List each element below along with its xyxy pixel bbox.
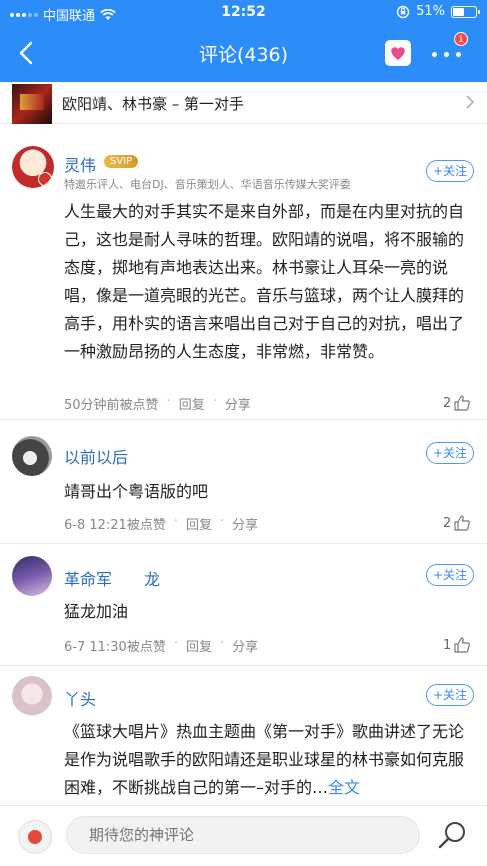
heart-icon bbox=[391, 47, 405, 60]
battery-icon bbox=[451, 5, 480, 18]
comment-text: 人生最大的对手其实不是来自外部，而是在内里对抗的自己，这也是耐人寻味的哲理。欧阳… bbox=[64, 202, 465, 361]
comment-username[interactable]: 灵伟 bbox=[64, 152, 96, 176]
comment-meta: 6-8 12:21被点赞 · 回复 · 分享 bbox=[64, 514, 258, 533]
status-bar: 中国联通 12:52 51% bbox=[0, 0, 487, 26]
read-more-link[interactable]: 全文 bbox=[328, 778, 360, 797]
comment-time: 6-7 11:30被点赞 bbox=[64, 640, 166, 655]
reply-button[interactable]: 回复 bbox=[186, 514, 212, 533]
song-row[interactable]: 欧阳靖、林书豪 – 第一对手 bbox=[0, 82, 487, 124]
share-button[interactable]: 分享 bbox=[232, 636, 258, 655]
reply-button[interactable]: 回复 bbox=[179, 394, 205, 413]
user-title: 特邀乐评人、电台DJ、音乐策划人、华语音乐传媒大奖评委 bbox=[64, 178, 351, 191]
comment-text-body: 《篮球大唱片》热血主题曲《第一对手》歌曲讲述了无论是作为说唱歌手的欧阳靖还是职业… bbox=[64, 722, 465, 797]
comment-username[interactable]: 以前以后 bbox=[64, 444, 128, 468]
comment-text: 《篮球大唱片》热血主题曲《第一对手》歌曲讲述了无论是作为说唱歌手的欧阳靖还是职业… bbox=[64, 718, 474, 802]
avatar[interactable] bbox=[12, 556, 52, 596]
comment-username[interactable]: 革命军 龙 bbox=[64, 566, 160, 590]
comment-item: 丫头 +关注 《篮球大唱片》热血主题曲《第一对手》歌曲讲述了无论是作为说唱歌手的… bbox=[0, 666, 487, 806]
more-button[interactable]: 1 bbox=[430, 32, 468, 66]
lock-rotation-icon bbox=[396, 5, 410, 18]
search-icon[interactable] bbox=[434, 818, 470, 854]
comment-meta: 50分钟前被点赞 · 回复 · 分享 bbox=[64, 394, 251, 413]
more-icon bbox=[432, 52, 437, 57]
like-count: 2 bbox=[443, 515, 452, 531]
battery-percent: 51% bbox=[416, 4, 445, 19]
like-button[interactable]: 1 bbox=[443, 636, 471, 654]
reply-button[interactable]: 回复 bbox=[186, 636, 212, 655]
thumb-up-icon bbox=[454, 637, 471, 653]
follow-button[interactable]: +关注 bbox=[426, 684, 474, 706]
comment-composer bbox=[0, 805, 487, 866]
follow-button[interactable]: +关注 bbox=[426, 564, 474, 586]
separator-dot: · bbox=[173, 636, 178, 651]
song-title: 欧阳靖、林书豪 – 第一对手 bbox=[62, 95, 245, 113]
nav-bar: 评论(436) 1 bbox=[0, 26, 487, 82]
separator-dot: · bbox=[166, 394, 171, 409]
separator-dot: · bbox=[220, 636, 225, 651]
comment-item: 以前以后 +关注 靖哥出个粤语版的吧 6-8 12:21被点赞 · 回复 · 分… bbox=[0, 420, 487, 544]
separator-dot: · bbox=[212, 394, 217, 409]
verified-badge-icon bbox=[38, 172, 52, 186]
comment-time: 6-8 12:21被点赞 bbox=[64, 518, 166, 533]
chevron-right-icon bbox=[466, 95, 475, 109]
avatar[interactable] bbox=[12, 676, 52, 716]
like-button[interactable]: 2 bbox=[443, 394, 471, 412]
like-count: 2 bbox=[443, 395, 452, 411]
like-count: 1 bbox=[443, 637, 452, 653]
heart-button[interactable] bbox=[385, 40, 411, 66]
album-cover bbox=[12, 84, 52, 124]
like-button[interactable]: 2 bbox=[443, 514, 471, 532]
comment-username[interactable]: 丫头 bbox=[64, 686, 96, 710]
comment-item: 灵伟 SVIP 特邀乐评人、电台DJ、音乐策划人、华语音乐传媒大奖评委 +关注 … bbox=[0, 124, 487, 420]
follow-button[interactable]: +关注 bbox=[426, 160, 474, 182]
page-title: 评论(436) bbox=[198, 44, 289, 66]
share-button[interactable]: 分享 bbox=[232, 514, 258, 533]
thumb-up-icon bbox=[454, 515, 471, 531]
avatar[interactable] bbox=[12, 436, 52, 476]
thumb-up-icon bbox=[454, 395, 471, 411]
comment-meta: 6-7 11:30被点赞 · 回复 · 分享 bbox=[64, 636, 258, 655]
comment-text: 靖哥出个粤语版的吧 bbox=[64, 482, 209, 501]
separator-dot: · bbox=[220, 514, 225, 529]
follow-button[interactable]: +关注 bbox=[426, 442, 474, 464]
comment-text: 猛龙加油 bbox=[64, 602, 129, 621]
svip-badge: SVIP bbox=[104, 155, 139, 168]
avatar[interactable] bbox=[12, 146, 54, 188]
top-header: 中国联通 12:52 51% 评论(436) 1 bbox=[0, 0, 487, 82]
my-avatar[interactable] bbox=[18, 820, 52, 854]
notification-badge: 1 bbox=[454, 32, 468, 46]
comment-item: 革命军 龙 +关注 猛龙加油 6-7 11:30被点赞 · 回复 · 分享 1 bbox=[0, 544, 487, 666]
share-button[interactable]: 分享 bbox=[225, 394, 251, 413]
comment-input[interactable] bbox=[66, 816, 420, 854]
separator-dot: · bbox=[173, 514, 178, 529]
comment-time: 50分钟前被点赞 bbox=[64, 398, 159, 413]
